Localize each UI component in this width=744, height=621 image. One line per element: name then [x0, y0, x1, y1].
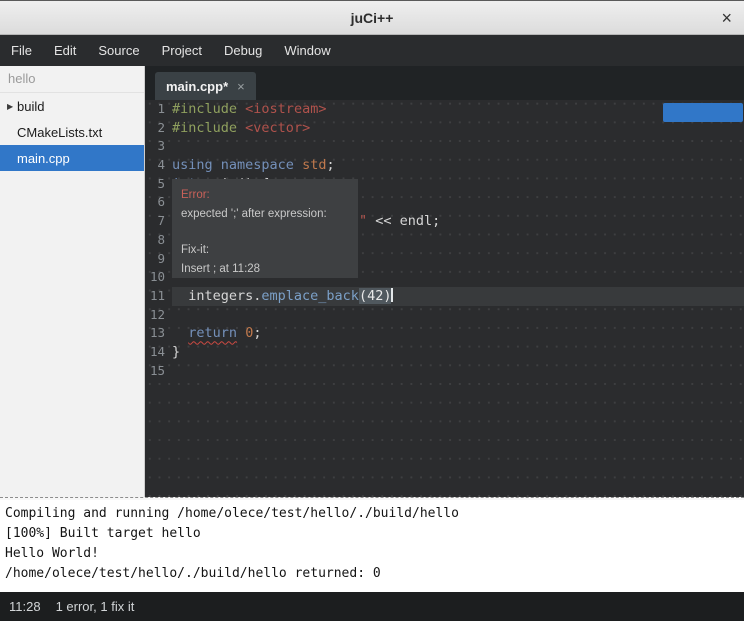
- menu-item-project[interactable]: Project: [151, 35, 213, 66]
- code-line-1[interactable]: 1 #include <iostream>: [145, 100, 744, 119]
- diagnostics-status: 1 error, 1 fix it: [56, 599, 135, 614]
- line-number: 4: [145, 156, 165, 175]
- line-number: 2: [145, 119, 165, 138]
- line-number: 14: [145, 343, 165, 362]
- vertical-scrollbar-thumb[interactable]: [663, 103, 743, 122]
- file-tree: ▶build CMakeLists.txt main.cpp: [0, 93, 144, 171]
- application-window: juCi++ × FileEditSourceProjectDebugWindo…: [0, 0, 744, 621]
- output-line: /home/olece/test/hello/./build/hello ret…: [5, 564, 739, 584]
- tab-bar: main.cpp* ×: [145, 66, 744, 100]
- code-line-3[interactable]: 3: [145, 137, 744, 156]
- project-name-header: hello: [0, 66, 144, 93]
- menu-item-debug[interactable]: Debug: [213, 35, 273, 66]
- output-line: Hello World!: [5, 544, 739, 564]
- tooltip-fixit-label: Fix-it:: [181, 241, 349, 260]
- line-content: #include <vector>: [172, 119, 744, 138]
- window-close-icon[interactable]: ×: [721, 9, 732, 27]
- line-number: 1: [145, 100, 165, 119]
- tab-close-icon[interactable]: ×: [237, 79, 245, 94]
- code-line-15[interactable]: 15: [145, 362, 744, 381]
- menu-item-source[interactable]: Source: [87, 35, 150, 66]
- line-content: [172, 306, 744, 325]
- line-number: 9: [145, 250, 165, 269]
- code-line-12[interactable]: 12: [145, 306, 744, 325]
- tree-item-label: CMakeLists.txt: [17, 125, 102, 140]
- sidebar: hello ▶build CMakeLists.txt main.cpp: [0, 66, 145, 497]
- tree-item-main-cpp[interactable]: main.cpp: [0, 145, 144, 171]
- line-content: }: [172, 343, 744, 362]
- code-line-2[interactable]: 2 #include <vector>: [145, 119, 744, 138]
- tab-main-cpp[interactable]: main.cpp* ×: [155, 72, 256, 100]
- line-content: #include <iostream>: [172, 100, 744, 119]
- tooltip-error-text: expected ';' after expression:: [181, 205, 349, 224]
- output-line: [100%] Built target hello: [5, 524, 739, 544]
- error-tooltip: Error: expected ';' after expression: Fi…: [172, 179, 358, 278]
- code-line-14[interactable]: 14}: [145, 343, 744, 362]
- line-number: 11: [145, 287, 165, 306]
- line-number: 8: [145, 231, 165, 250]
- window-title: juCi++: [351, 10, 394, 26]
- menu-item-file[interactable]: File: [0, 35, 43, 66]
- tree-item-label: main.cpp: [17, 151, 70, 166]
- tree-item-cmakelists-txt[interactable]: CMakeLists.txt: [0, 119, 144, 145]
- line-number: 5: [145, 175, 165, 194]
- tooltip-fixit-text: Insert ; at 11:28: [181, 260, 349, 279]
- text-caret: [391, 288, 393, 302]
- output-line: Compiling and running /home/olece/test/h…: [5, 504, 739, 524]
- line-number: 13: [145, 324, 165, 343]
- output-panel[interactable]: Compiling and running /home/olece/test/h…: [0, 500, 744, 592]
- tooltip-spacer: [181, 224, 349, 241]
- tab-label: main.cpp*: [166, 79, 228, 94]
- line-content: [172, 137, 744, 156]
- line-number: 12: [145, 306, 165, 325]
- line-number: 3: [145, 137, 165, 156]
- code-line-11[interactable]: 11 integers.emplace_back(42): [145, 287, 744, 306]
- line-content: [172, 362, 744, 381]
- line-number: 7: [145, 212, 165, 231]
- line-content: integers.emplace_back(42): [172, 287, 744, 306]
- tree-item-build[interactable]: ▶build: [0, 93, 144, 119]
- menu-item-edit[interactable]: Edit: [43, 35, 87, 66]
- line-number: 10: [145, 268, 165, 287]
- menu-bar: FileEditSourceProjectDebugWindow: [0, 35, 744, 66]
- code-line-13[interactable]: 13 return 0;: [145, 324, 744, 343]
- title-bar: juCi++ ×: [0, 0, 744, 35]
- expander-icon[interactable]: ▶: [0, 102, 17, 111]
- line-content: using namespace std;: [172, 156, 744, 175]
- status-bar: 11:28 1 error, 1 fix it: [0, 592, 744, 621]
- cursor-position: 11:28: [9, 599, 41, 614]
- tree-item-label: build: [17, 99, 44, 114]
- line-number: 6: [145, 193, 165, 212]
- line-content: return 0;: [172, 324, 744, 343]
- menu-item-window[interactable]: Window: [273, 35, 341, 66]
- code-editor[interactable]: 1 #include <iostream> 2 #include <vector> 34…: [145, 100, 744, 497]
- line-number: 15: [145, 362, 165, 381]
- code-line-4[interactable]: 4 using namespace std;: [145, 156, 744, 175]
- tooltip-error-label: Error:: [181, 186, 349, 205]
